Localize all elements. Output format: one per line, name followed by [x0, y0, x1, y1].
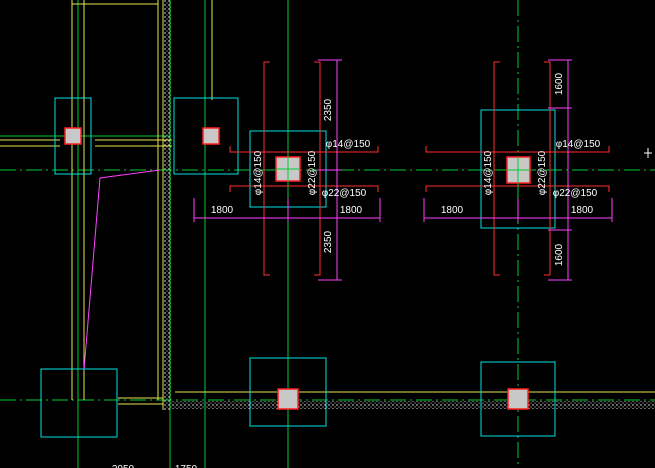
- rebar-cap2-bottom: φ22@150: [553, 188, 598, 199]
- cad-canvas[interactable]: 2350 2350 1800 1800 φ14@150 φ22@150 φ14@…: [0, 0, 655, 468]
- rebar-cap2-vertical-right: φ22@150: [537, 150, 548, 195]
- dim-cap2-up: 1600: [554, 72, 565, 95]
- rebar-cap1-bottom: φ22@150: [322, 188, 367, 199]
- column-3: [277, 388, 299, 410]
- dim-cap1-right: 1800: [340, 205, 363, 216]
- edge-marks: [644, 148, 652, 158]
- pile-cap-left-lower: [40, 368, 118, 438]
- dim-cap1-down: 2350: [323, 230, 334, 253]
- rebar-cap1-vertical-left: φ14@150: [253, 150, 264, 195]
- dim-cap1-up: 2350: [323, 98, 334, 121]
- drawing-svg: 2350 2350 1800 1800 φ14@150 φ22@150 φ14@…: [0, 0, 655, 468]
- leader-lines: [83, 169, 161, 371]
- rebar-cap2-vertical-left: φ14@150: [483, 150, 494, 195]
- rebar-cap2-top: φ14@150: [556, 139, 601, 150]
- column-mid-upper: [202, 127, 220, 145]
- dim-cap2-down: 1600: [554, 243, 565, 266]
- column-left-upper: [64, 127, 82, 145]
- bottom-dim-2: 1750: [175, 464, 198, 468]
- dim-cap1-left: 1800: [211, 205, 234, 216]
- dim-cap2-right: 1800: [571, 205, 594, 216]
- rebar-cap1-vertical-right: φ22@150: [307, 150, 318, 195]
- rebar-cap1-top: φ14@150: [326, 139, 371, 150]
- bottom-dim-1: 2050: [112, 464, 135, 468]
- dim-cap2-left: 1800: [441, 205, 464, 216]
- column-4: [507, 388, 529, 410]
- hatched-wall-horizontal: [163, 401, 655, 409]
